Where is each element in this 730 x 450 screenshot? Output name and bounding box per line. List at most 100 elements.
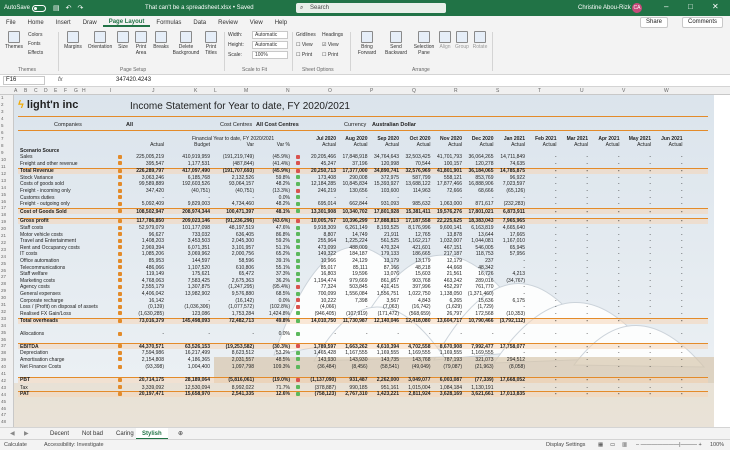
row-header[interactable]: 30 <box>1 295 6 300</box>
print-area-button[interactable]: Print Area <box>132 31 150 56</box>
row-header[interactable]: 18 <box>1 212 6 217</box>
comments-button[interactable]: Comments <box>682 17 724 28</box>
zoom-level[interactable]: 100% <box>710 442 724 448</box>
row-header[interactable]: 41 <box>1 371 6 376</box>
column-header[interactable]: D <box>44 88 48 94</box>
column-header[interactable]: N <box>286 88 290 94</box>
row-header[interactable]: 26 <box>1 268 6 273</box>
orientation-button[interactable]: Orientation <box>86 31 114 50</box>
menu-view[interactable]: View <box>244 20 269 26</box>
fx-icon[interactable]: fx <box>58 77 63 83</box>
margins-button[interactable]: Margins <box>62 31 84 50</box>
size-button[interactable]: Size <box>116 31 130 50</box>
search-box[interactable]: ⌕ Search <box>296 3 446 13</box>
fonts-button[interactable]: Fonts <box>28 41 41 47</box>
column-header[interactable]: O <box>328 88 332 94</box>
page-break-view-icon[interactable]: ▥ <box>622 442 627 448</box>
width-select[interactable]: Automatic <box>252 31 288 39</box>
delete-background-button[interactable]: Delete Background <box>172 31 200 56</box>
colors-button[interactable]: Colors <box>28 32 42 38</box>
menu-draw[interactable]: Draw <box>77 20 103 26</box>
row-header[interactable]: 3 <box>1 109 4 114</box>
row-header[interactable]: 40 <box>1 364 6 369</box>
row-header[interactable]: 13 <box>1 178 6 183</box>
column-header[interactable]: P <box>370 88 373 94</box>
row-header[interactable]: 16 <box>1 199 6 204</box>
currency-value[interactable]: Australian Dollar <box>372 122 416 128</box>
column-header[interactable]: M <box>244 88 248 94</box>
themes-button[interactable]: Themes <box>4 31 24 50</box>
row-header[interactable]: 44 <box>1 392 6 397</box>
row-header[interactable]: 17 <box>1 205 6 210</box>
breaks-button[interactable]: Breaks <box>152 31 170 50</box>
column-header[interactable]: F <box>64 88 67 94</box>
row-header[interactable]: 2 <box>1 102 4 107</box>
row-header[interactable]: 11 <box>1 164 6 169</box>
menu-review[interactable]: Review <box>212 20 244 26</box>
close-icon[interactable]: ✕ <box>712 2 719 11</box>
cost-centres-value[interactable]: All Cost Centres <box>256 122 299 128</box>
worksheet-grid[interactable]: ABCDEFGHIJKLMNOPQRSTUVW 1 2 3 4 5 6 7 8 9 10 11 12 1… <box>0 87 730 427</box>
row-header[interactable]: 29 <box>1 288 6 293</box>
name-box[interactable]: F16 <box>3 76 45 85</box>
column-header[interactable]: J <box>152 88 155 94</box>
column-header[interactable]: H <box>82 88 86 94</box>
headings-view-checkbox[interactable]: ☑ View <box>322 42 339 48</box>
column-header[interactable]: Q <box>412 88 416 94</box>
row-header[interactable]: 27 <box>1 274 6 279</box>
row-header[interactable]: 37 <box>1 343 6 348</box>
row-header[interactable]: 48 <box>1 419 6 424</box>
row-header[interactable]: 6 <box>1 130 4 135</box>
column-header[interactable]: B <box>24 88 27 94</box>
undo-icon[interactable]: ↶ <box>66 4 72 12</box>
row-header[interactable]: 23 <box>1 247 6 252</box>
row-header[interactable]: 12 <box>1 171 6 176</box>
bring-forward-button[interactable]: Bring Forward <box>354 31 380 56</box>
headings-print-checkbox[interactable]: ☐ Print <box>322 52 338 58</box>
zoom-slider[interactable]: – ———————|——— + <box>636 442 702 448</box>
row-header[interactable]: 43 <box>1 385 6 390</box>
gridlines-print-checkbox[interactable]: ☐ Print <box>296 52 312 58</box>
menu-formulas[interactable]: Formulas <box>150 20 187 26</box>
gridlines-view-checkbox[interactable]: ☐ View <box>296 42 313 48</box>
menu-insert[interactable]: Insert <box>50 20 77 26</box>
row-header[interactable]: 42 <box>1 378 6 383</box>
menu-page-layout[interactable]: Page Layout <box>102 19 151 27</box>
normal-view-icon[interactable]: ▦ <box>598 442 603 448</box>
scale-input[interactable]: 100% <box>252 51 288 59</box>
column-header[interactable]: K <box>194 88 197 94</box>
row-header[interactable]: 4 <box>1 116 4 121</box>
row-header[interactable]: 25 <box>1 261 6 266</box>
row-header[interactable]: 15 <box>1 192 6 197</box>
column-header[interactable]: C <box>34 88 38 94</box>
row-header[interactable]: 20 <box>1 226 6 231</box>
send-backward-button[interactable]: Send Backward <box>382 31 410 56</box>
row-header[interactable]: 46 <box>1 406 6 411</box>
row-header[interactable]: 35 <box>1 330 6 335</box>
avatar[interactable]: CA <box>632 3 642 13</box>
row-header[interactable]: 38 <box>1 350 6 355</box>
column-header[interactable]: E <box>54 88 57 94</box>
share-button[interactable]: Share <box>640 17 669 28</box>
row-header[interactable]: 28 <box>1 281 6 286</box>
menu-help[interactable]: Help <box>269 20 293 26</box>
column-header[interactable]: V <box>622 88 625 94</box>
page-layout-view-icon[interactable]: ▭ <box>610 442 615 448</box>
save-icon[interactable]: ▤ <box>53 4 60 12</box>
column-header[interactable]: A <box>14 88 17 94</box>
group-button[interactable]: Group <box>454 31 470 50</box>
row-header[interactable]: 33 <box>1 316 6 321</box>
column-header[interactable]: R <box>454 88 458 94</box>
column-header[interactable]: W <box>664 88 669 94</box>
height-select[interactable]: Automatic <box>252 41 288 49</box>
column-header[interactable]: T <box>538 88 541 94</box>
accessibility-status[interactable]: Accessibility: Investigate <box>44 442 104 448</box>
maximize-icon[interactable]: □ <box>688 2 693 11</box>
row-header[interactable]: 22 <box>1 240 6 245</box>
calculate-status[interactable]: Calculate <box>4 442 27 448</box>
row-header[interactable]: 31 <box>1 302 6 307</box>
row-header[interactable]: 24 <box>1 254 6 259</box>
effects-button[interactable]: Effects <box>28 50 43 56</box>
autosave-toggle[interactable] <box>32 4 47 12</box>
row-header[interactable]: 1 <box>1 95 4 100</box>
